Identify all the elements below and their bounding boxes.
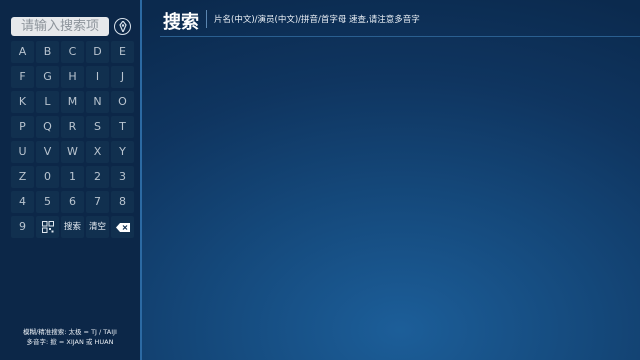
key-2[interactable]: 2 <box>86 166 109 188</box>
key-0[interactable]: 0 <box>36 166 59 188</box>
hint-fuzzy-search: 模糊/精准搜索: 太极 = TJ / TAIJI <box>23 328 117 336</box>
voice-button[interactable] <box>114 18 131 35</box>
key-6[interactable]: 6 <box>61 191 84 213</box>
key-w[interactable]: W <box>61 141 84 163</box>
key-x[interactable]: X <box>86 141 109 163</box>
key-4[interactable]: 4 <box>11 191 34 213</box>
key-7[interactable]: 7 <box>86 191 109 213</box>
key-r[interactable]: R <box>61 116 84 138</box>
key-1[interactable]: 1 <box>61 166 84 188</box>
key-l[interactable]: L <box>36 91 59 113</box>
backspace-button[interactable] <box>111 216 134 238</box>
title-separator <box>206 10 207 28</box>
key-c[interactable]: C <box>61 41 84 63</box>
search-instructions: 片名(中文)/演员(中文)/拼音/首字母 速查,请注意多音字 <box>214 15 420 25</box>
key-o[interactable]: O <box>111 91 134 113</box>
key-8[interactable]: 8 <box>111 191 134 213</box>
key-u[interactable]: U <box>11 141 34 163</box>
key-b[interactable]: B <box>36 41 59 63</box>
backspace-icon <box>115 222 130 232</box>
key-h[interactable]: H <box>61 66 84 88</box>
header-divider <box>160 36 640 37</box>
key-k[interactable]: K <box>11 91 34 113</box>
key-i[interactable]: I <box>86 66 109 88</box>
key-e[interactable]: E <box>111 41 134 63</box>
search-input[interactable]: 请输入搜索项 <box>11 17 109 36</box>
key-y[interactable]: Y <box>111 141 134 163</box>
qrcode-button[interactable] <box>36 216 59 238</box>
key-q[interactable]: Q <box>36 116 59 138</box>
key-a[interactable]: A <box>11 41 34 63</box>
key-g[interactable]: G <box>36 66 59 88</box>
clear-button[interactable]: 清空 <box>86 216 109 238</box>
key-v[interactable]: V <box>36 141 59 163</box>
search-button[interactable]: 搜索 <box>61 216 84 238</box>
key-d[interactable]: D <box>86 41 109 63</box>
key-n[interactable]: N <box>86 91 109 113</box>
key-m[interactable]: M <box>61 91 84 113</box>
key-9[interactable]: 9 <box>11 216 34 238</box>
hint-polyphone: 多音字: 掀 = XIJAN 或 HUAN <box>26 338 114 346</box>
key-5[interactable]: 5 <box>36 191 59 213</box>
voice-icon <box>118 21 127 32</box>
key-3[interactable]: 3 <box>111 166 134 188</box>
key-p[interactable]: P <box>11 116 34 138</box>
key-s[interactable]: S <box>86 116 109 138</box>
key-t[interactable]: T <box>111 116 134 138</box>
key-z[interactable]: Z <box>11 166 34 188</box>
sidebar-divider <box>140 0 142 360</box>
key-f[interactable]: F <box>11 66 34 88</box>
key-j[interactable]: J <box>111 66 134 88</box>
page-title: 搜索 <box>163 12 199 33</box>
qrcode-icon <box>41 221 54 233</box>
